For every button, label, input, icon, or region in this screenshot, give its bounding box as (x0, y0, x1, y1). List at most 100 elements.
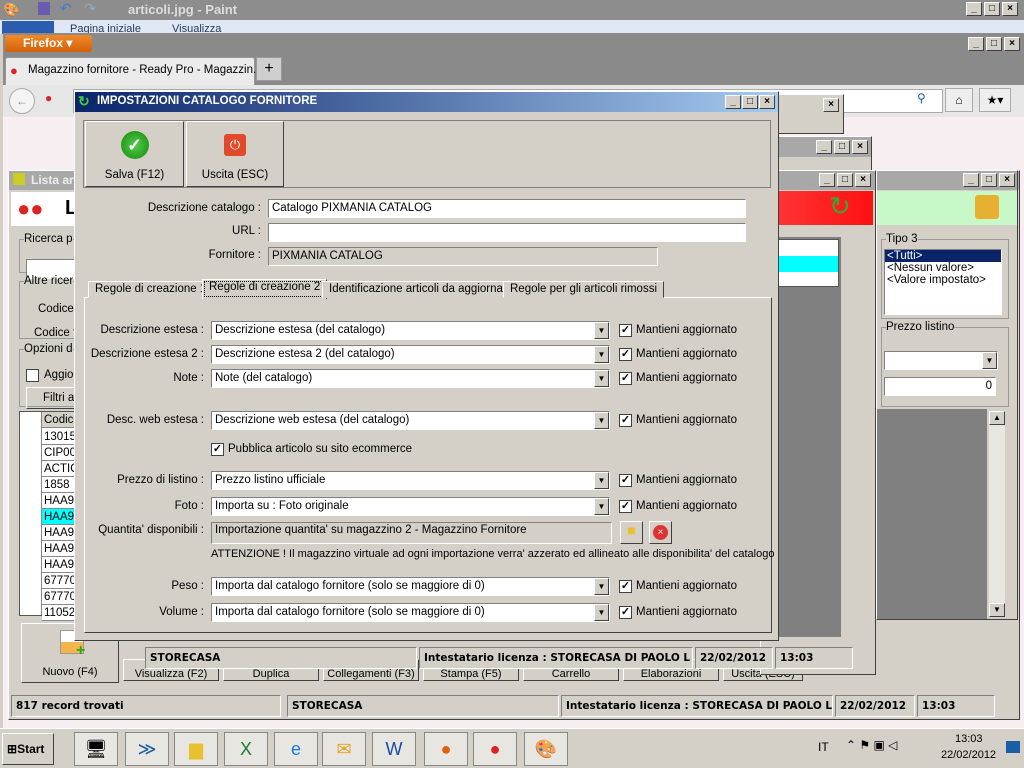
chevron-down-icon[interactable]: ▼ (594, 472, 609, 489)
dialog-maximize-button[interactable]: □ (742, 95, 758, 109)
vertical-scrollbar[interactable]: ▲ ▼ (989, 411, 1005, 617)
table-row[interactable]: ACTIO (42, 461, 78, 477)
search-icon[interactable]: ⚲ (917, 91, 926, 105)
show-desktop-icon[interactable] (1006, 741, 1020, 753)
aggiorna-checkbox[interactable] (26, 369, 39, 382)
chevron-down-icon[interactable]: ▼ (594, 412, 609, 429)
rule-select[interactable]: Note (del catalogo) (211, 369, 610, 388)
keep-updated-checkbox[interactable]: ✓ (619, 372, 632, 385)
chevron-down-icon[interactable]: ▼ (594, 498, 609, 515)
minimize-button[interactable]: _ (819, 173, 835, 187)
table-row[interactable]: HAA9 (42, 525, 78, 541)
maximize-button[interactable]: □ (984, 2, 1000, 16)
rule-select[interactable]: Descrizione estesa 2 (del catalogo) (211, 345, 610, 364)
ff-close-button[interactable]: × (1004, 37, 1020, 51)
tipo-listbox[interactable]: <Tutti> <Nessun valore> <Valore impostat… (884, 249, 1002, 315)
clear-button[interactable]: × (649, 521, 672, 544)
rule-select[interactable]: Descrizione estesa (del catalogo) (211, 321, 610, 340)
save-icon[interactable] (38, 2, 50, 15)
excel-icon[interactable]: X (224, 732, 268, 766)
minimize-button[interactable]: _ (816, 140, 832, 154)
rule-select[interactable]: Importa dal catalogo fornitore (solo se … (211, 577, 610, 596)
maximize-button[interactable]: □ (837, 173, 853, 187)
table-row[interactable]: 11052 (42, 605, 78, 621)
table-row[interactable]: 67770 (42, 589, 78, 605)
firefox-menu-button[interactable]: Firefox ▾ (5, 35, 92, 52)
keep-updated-checkbox[interactable]: ✓ (619, 500, 632, 513)
exit-button[interactable]: ⏻ Uscita (ESC) (186, 121, 284, 187)
descrizione-catalogo-input[interactable]: Catalogo PIXMANIA CATALOG (268, 199, 746, 218)
save-button[interactable]: ✓ Salva (F12) (85, 121, 184, 187)
chevron-down-icon[interactable]: ▼ (594, 604, 609, 621)
close-button[interactable]: × (823, 98, 839, 112)
url-input[interactable] (268, 223, 746, 242)
bookmarks-button[interactable]: ★▾ (979, 88, 1011, 112)
tab-regole-creazione-2[interactable]: Regole di creazione 2 (202, 279, 328, 299)
table-row[interactable]: HAA9 (42, 493, 78, 509)
undo-icon[interactable]: ↶ (60, 0, 72, 17)
server-manager-icon[interactable]: 🖥 (74, 732, 118, 766)
option-tutti[interactable]: <Tutti> (885, 250, 1001, 262)
start-button[interactable]: ⊞Start (2, 733, 54, 765)
tab-regole-creazione-1[interactable]: Regole di creazione 1 (88, 281, 214, 298)
table-row[interactable]: 13015 (42, 429, 78, 445)
table-row[interactable]: 67770 (42, 573, 78, 589)
option-valore-impostato[interactable]: <Valore impostato> (885, 274, 1001, 286)
table-row[interactable]: HAA9 (42, 541, 78, 557)
explorer-icon[interactable]: ▆ (174, 732, 218, 766)
firefox-taskbar-icon[interactable]: ● (424, 732, 468, 766)
keep-updated-checkbox[interactable]: ✓ (619, 324, 632, 337)
maximize-button[interactable]: □ (834, 140, 850, 154)
tab-identificazione-articoli[interactable]: Identificazione articoli da aggiornare (322, 281, 521, 298)
chevron-down-icon[interactable]: ▼ (594, 346, 609, 363)
rule-select[interactable]: Importa dal catalogo fornitore (solo se … (211, 603, 610, 622)
word-icon[interactable]: W (372, 732, 416, 766)
paint-taskbar-icon[interactable]: 🎨 (524, 732, 568, 766)
readypro-icon[interactable]: ● (473, 732, 517, 766)
table-row[interactable]: HAA9 (42, 557, 78, 573)
internet-explorer-icon[interactable]: e (274, 732, 318, 766)
close-button[interactable]: × (852, 140, 868, 154)
clock-time[interactable]: 13:03 (955, 733, 983, 745)
keep-updated-checkbox[interactable]: ✓ (619, 348, 632, 361)
table-row[interactable]: 1858 (42, 477, 78, 493)
prezzo-value-input[interactable]: 0 (884, 377, 996, 396)
maximize-button[interactable]: □ (981, 173, 997, 187)
pubblica-checkbox[interactable]: ✓ (211, 443, 224, 456)
minimize-button[interactable]: _ (963, 173, 979, 187)
dialog-minimize-button[interactable]: _ (725, 95, 741, 109)
close-button[interactable]: × (999, 173, 1015, 187)
browser-tab[interactable]: ● Magazzino fornitore - Ready Pro - Maga… (5, 57, 263, 85)
home-button[interactable]: ⌂ (945, 88, 973, 112)
keep-updated-checkbox[interactable]: ✓ (619, 606, 632, 619)
tray-icons[interactable]: ⌃ ⚑ ▣ ◁ (846, 738, 897, 752)
keep-updated-checkbox[interactable]: ✓ (619, 474, 632, 487)
chevron-down-icon[interactable]: ▼ (594, 322, 609, 339)
powershell-icon[interactable]: ≫ (125, 732, 169, 766)
ff-minimize-button[interactable]: _ (968, 37, 984, 51)
close-button[interactable]: × (1002, 2, 1018, 16)
option-nessun-valore[interactable]: <Nessun valore> (885, 262, 1001, 274)
table-row[interactable]: CIP00 (42, 445, 78, 461)
back-button[interactable]: ← (9, 88, 35, 114)
tab-regole-articoli-rimossi[interactable]: Regole per gli articoli rimossi (503, 281, 664, 298)
chevron-down-icon[interactable]: ▼ (594, 578, 609, 595)
close-button[interactable]: × (855, 173, 871, 187)
chevron-down-icon[interactable]: ▼ (594, 370, 609, 387)
folder-button[interactable]: ■ (620, 521, 643, 544)
column-header-codice[interactable]: Codice (42, 412, 78, 428)
prezzo-operator-select[interactable]: ▼ (884, 351, 998, 370)
clock-date[interactable]: 22/02/2012 (941, 749, 996, 761)
minimize-button[interactable]: _ (966, 2, 982, 16)
rule-select[interactable]: Prezzo listino ufficiale (211, 471, 610, 490)
table-row[interactable]: HAA9 (42, 509, 78, 525)
rule-select[interactable]: Importa su : Foto originale (211, 497, 610, 516)
tray-language[interactable]: IT (818, 740, 829, 754)
new-tab-button[interactable]: + (256, 57, 282, 81)
keep-updated-checkbox[interactable]: ✓ (619, 414, 632, 427)
ff-maximize-button[interactable]: □ (986, 37, 1002, 51)
dialog-close-button[interactable]: × (759, 95, 775, 109)
redo-icon[interactable]: ↷ (84, 0, 96, 17)
keep-updated-checkbox[interactable]: ✓ (619, 580, 632, 593)
outlook-icon[interactable]: ✉ (322, 732, 366, 766)
